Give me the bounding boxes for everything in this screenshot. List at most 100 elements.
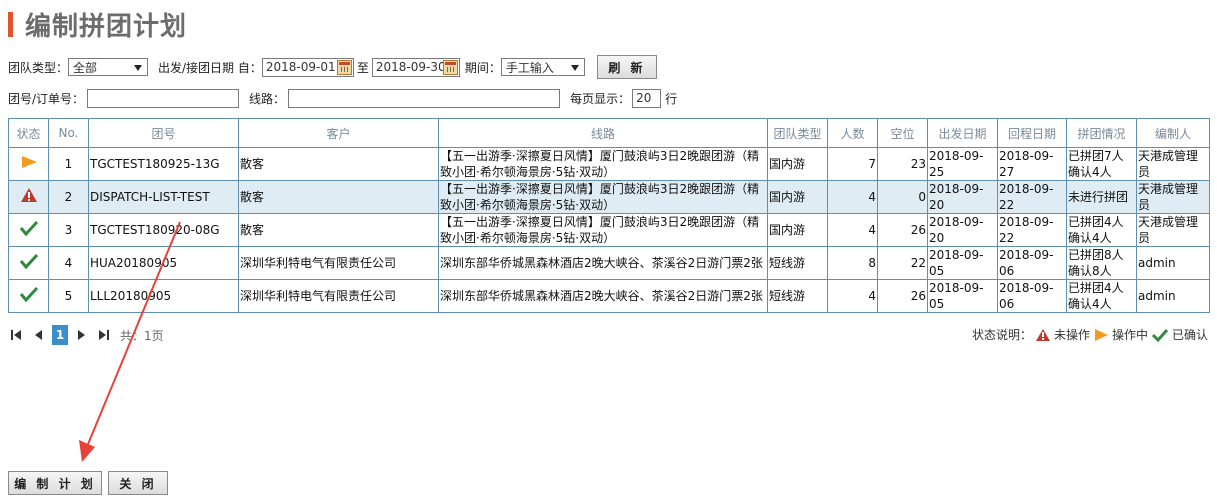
col-header-return[interactable]: 回程日期	[997, 118, 1067, 148]
group-type-label: 团队类型：	[8, 60, 69, 75]
status-cell	[8, 180, 49, 214]
date-to-label: 至	[356, 60, 369, 75]
vacancy-cell: 26	[877, 213, 928, 247]
col-header-depart[interactable]: 出发日期	[927, 118, 998, 148]
next-page-icon[interactable]	[74, 325, 90, 345]
compile-plan-button[interactable]: 编 制 计 划	[8, 471, 102, 495]
people-cell: 8	[827, 246, 878, 280]
type-cell: 国内游	[767, 213, 828, 247]
order-no-input[interactable]	[87, 88, 240, 108]
table-row[interactable]: 1 TGCTEST180925-13G 散客 【五一出游季·深擦夏日风情】厦门鼓…	[8, 147, 1210, 181]
col-header-status[interactable]: 状态	[8, 118, 49, 148]
author-cell: admin	[1136, 279, 1210, 313]
date-from-input[interactable]: 2018-09-01	[261, 57, 354, 77]
return-date-cell: 2018-09-22	[997, 213, 1067, 247]
play-arrow-icon	[21, 156, 37, 168]
first-page-icon[interactable]	[8, 325, 24, 345]
route-cell: 深圳东部华侨城黑森林酒店2晚大峡谷、茶溪谷2日游门票2张	[438, 246, 768, 280]
type-cell: 国内游	[767, 180, 828, 214]
col-header-customer[interactable]: 客户	[238, 118, 439, 148]
author-cell: 天港成管理员	[1136, 180, 1210, 214]
no-cell: 5	[48, 279, 89, 313]
calendar-icon[interactable]	[336, 59, 352, 75]
legend-not-operated: 未操作	[1053, 328, 1090, 342]
return-date-cell: 2018-09-22	[997, 180, 1067, 214]
people-cell: 4	[827, 180, 878, 214]
plan-table: 状态 No. 团号 客户 线路 团队类型 人数 空位 出发日期 回程日期 拼团情…	[8, 118, 1210, 313]
return-date-cell: 2018-09-27	[997, 147, 1067, 181]
table-row[interactable]: 5 LLL20180905 深圳华利特电气有限责任公司 深圳东部华侨城黑森林酒店…	[8, 279, 1210, 313]
group-type-value: 全部	[73, 60, 98, 75]
author-cell: admin	[1136, 246, 1210, 280]
group-no-cell[interactable]: LLL20180905	[88, 279, 239, 313]
depart-date-cell: 2018-09-05	[927, 279, 998, 313]
people-cell: 4	[827, 213, 878, 247]
table-row[interactable]: 3 TGCTEST180920-08G 散客 【五一出游季·深擦夏日风情】厦门鼓…	[8, 213, 1210, 247]
filter-row-1: 团队类型： 全部 出发/接团日期 自： 2018-09-01 至 2018-09…	[8, 55, 657, 79]
col-header-vacancy[interactable]: 空位	[877, 118, 928, 148]
status-cell	[8, 213, 49, 247]
no-cell: 4	[48, 246, 89, 280]
warning-icon	[20, 188, 37, 202]
warning-icon	[1035, 328, 1050, 341]
refresh-button[interactable]: 刷 新	[596, 55, 657, 79]
type-cell: 国内游	[767, 147, 828, 181]
col-header-no[interactable]: No.	[48, 118, 89, 148]
title-accent-bar	[8, 11, 13, 37]
group-no-cell[interactable]: HUA20180905	[88, 246, 239, 280]
date-from-value: 2018-09-01	[265, 60, 336, 74]
period-value: 手工输入	[505, 60, 554, 75]
page-size-unit: 行	[665, 91, 678, 106]
checkmark-icon	[19, 286, 38, 303]
group-no-cell[interactable]: TGCTEST180925-13G	[88, 147, 239, 181]
table-row[interactable]: 2 DISPATCH-LIST-TEST 散客 【五一出游季·深擦夏日风情】厦门…	[8, 180, 1210, 214]
group-type-select[interactable]: 全部	[68, 58, 149, 76]
merge-status-cell: 已拼团4人确认4人	[1066, 213, 1137, 247]
no-cell: 1	[48, 147, 89, 181]
vacancy-cell: 26	[877, 279, 928, 313]
group-no-cell[interactable]: TGCTEST180920-08G	[88, 213, 239, 247]
checkmark-icon	[19, 253, 38, 270]
type-cell: 短线游	[767, 279, 828, 313]
page-size-input[interactable]: 20	[632, 88, 662, 108]
col-header-people[interactable]: 人数	[827, 118, 878, 148]
date-range-label: 出发/接团日期 自：	[158, 60, 262, 75]
play-arrow-icon	[1094, 328, 1108, 341]
author-cell: 天港成管理员	[1136, 213, 1210, 247]
route-input[interactable]	[288, 88, 561, 108]
col-header-merge[interactable]: 拼团情况	[1066, 118, 1137, 148]
prev-page-icon[interactable]	[30, 325, 46, 345]
no-cell: 3	[48, 213, 89, 247]
legend-confirmed: 已确认	[1171, 328, 1208, 342]
period-label: 期间：	[464, 60, 501, 75]
customer-cell: 散客	[238, 180, 439, 214]
filter-row-2: 团号/订单号： 线路： 每页显示： 20 行	[8, 87, 677, 109]
col-header-group-no[interactable]: 团号	[88, 118, 239, 148]
chevron-down-icon	[134, 65, 143, 71]
depart-date-cell: 2018-09-20	[927, 180, 998, 214]
customer-cell: 深圳华利特电气有限责任公司	[238, 279, 439, 313]
depart-date-cell: 2018-09-25	[927, 147, 998, 181]
table-row[interactable]: 4 HUA20180905 深圳华利特电气有限责任公司 深圳东部华侨城黑森林酒店…	[8, 246, 1210, 280]
legend-in-progress: 操作中	[1111, 328, 1148, 342]
page-header: 编制拼团计划	[8, 8, 187, 42]
close-button[interactable]: 关 闭	[108, 471, 168, 495]
col-header-type[interactable]: 团队类型	[767, 118, 828, 148]
period-select[interactable]: 手工输入	[500, 58, 585, 76]
current-page[interactable]: 1	[52, 325, 68, 345]
merge-status-cell: 未进行拼团	[1066, 180, 1137, 214]
last-page-icon[interactable]	[96, 325, 112, 345]
group-no-cell[interactable]: DISPATCH-LIST-TEST	[88, 180, 239, 214]
table-header-row: 状态 No. 团号 客户 线路 团队类型 人数 空位 出发日期 回程日期 拼团情…	[8, 118, 1210, 148]
route-cell: 深圳东部华侨城黑森林酒店2晚大峡谷、茶溪谷2日游门票2张	[438, 279, 768, 313]
vacancy-cell: 0	[877, 180, 928, 214]
calendar-icon[interactable]	[442, 59, 458, 75]
status-cell	[8, 147, 49, 181]
status-cell	[8, 279, 49, 313]
col-header-author[interactable]: 编制人	[1136, 118, 1210, 148]
status-cell	[8, 246, 49, 280]
chevron-down-icon	[570, 65, 579, 71]
people-cell: 7	[827, 147, 878, 181]
col-header-route[interactable]: 线路	[438, 118, 768, 148]
date-to-input[interactable]: 2018-09-30	[371, 57, 460, 77]
